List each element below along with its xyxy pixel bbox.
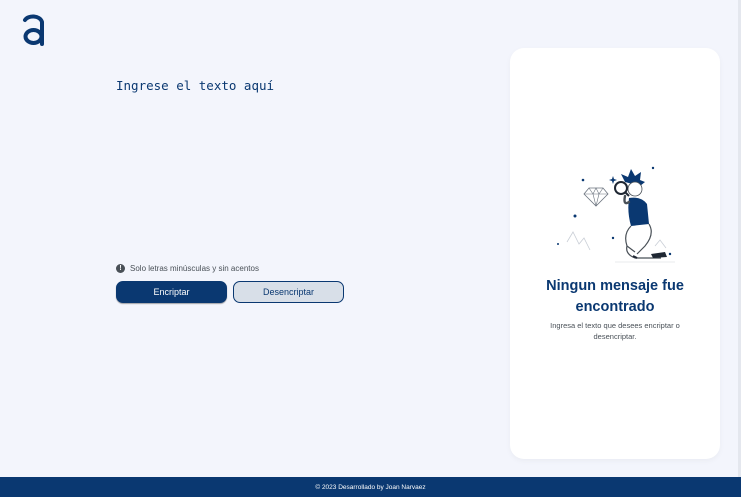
alura-logo-icon[interactable]: [22, 14, 46, 46]
hint-text: Solo letras minúsculas y sin acentos: [130, 264, 259, 273]
decrypt-button[interactable]: Desencriptar: [233, 281, 344, 303]
no-message-text: Ingresa el texto que desees encriptar o …: [550, 321, 680, 341]
text-input[interactable]: [116, 78, 486, 248]
encrypt-button[interactable]: Encriptar: [116, 281, 227, 303]
no-message-title: Ningun mensaje fue encontrado: [546, 278, 684, 315]
output-panel: Ningun mensaje fue encontrado Ingresa el…: [510, 48, 720, 459]
exclamation-circle-icon: !: [116, 264, 125, 273]
input-hint: ! Solo letras minúsculas y sin acentos: [116, 264, 259, 273]
footer-text: © 2023 Desarrollado by Joan Narvaez: [315, 483, 426, 491]
person-with-magnifying-glass-icon: [557, 166, 675, 263]
footer: © 2023 Desarrollado by Joan Narvaez: [0, 477, 741, 497]
